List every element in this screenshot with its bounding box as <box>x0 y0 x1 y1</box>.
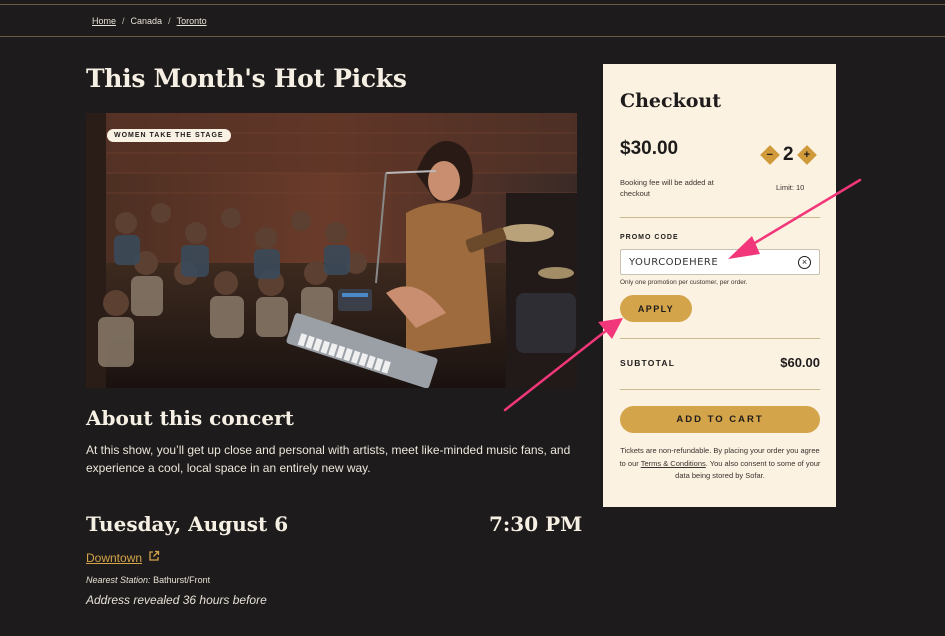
hero-badge: WOMEN TAKE THE STAGE <box>107 129 231 142</box>
venue-link[interactable]: Downtown <box>86 550 160 565</box>
subtotal-value: $60.00 <box>780 355 820 370</box>
breadcrumb-country: Canada <box>130 16 163 26</box>
promo-code-input[interactable] <box>629 256 789 268</box>
divider <box>620 217 820 218</box>
station-label: Nearest Station: <box>86 575 151 585</box>
promo-note: Only one promotion per customer, per ord… <box>620 279 748 286</box>
top-border <box>0 4 945 5</box>
promo-code-field: × <box>620 249 820 275</box>
booking-fee-note: Booking fee will be added at checkout <box>620 178 714 198</box>
decrease-quantity-button[interactable]: − <box>760 145 780 165</box>
nearest-station: Nearest Station: Bathurst/Front <box>86 575 210 585</box>
checkout-panel: Checkout $30.00 − 2 + Booking fee will b… <box>603 64 836 507</box>
increase-quantity-button[interactable]: + <box>796 145 817 165</box>
ticket-limit: Limit: 10 <box>776 183 805 192</box>
address-note: Address revealed 36 hours before <box>86 593 267 607</box>
about-text: At this show, you’ll get up close and pe… <box>86 443 571 475</box>
breadcrumb-separator: / <box>122 16 125 26</box>
breadcrumb-city-link[interactable]: Toronto <box>177 16 207 26</box>
clear-icon[interactable]: × <box>798 256 811 269</box>
apply-button[interactable]: APPLY <box>620 295 692 322</box>
breadcrumb: Home / Canada / Toronto <box>92 16 207 26</box>
plus-icon: + <box>803 148 810 161</box>
divider <box>620 389 820 390</box>
subtotal-label: SUBTOTAL <box>620 358 676 368</box>
breadcrumb-divider <box>0 36 945 37</box>
event-date: Tuesday, August 6 <box>86 512 289 536</box>
ticket-price: $30.00 <box>620 138 679 159</box>
terms-note: Tickets are non-refundable. By placing y… <box>617 445 823 483</box>
external-link-icon <box>148 550 160 565</box>
quantity-value: 2 <box>783 144 794 165</box>
promo-code-label: PROMO CODE <box>620 234 679 241</box>
breadcrumb-separator: / <box>168 16 171 26</box>
quantity-stepper: − 2 + <box>760 144 817 166</box>
add-to-cart-button[interactable]: ADD TO CART <box>620 406 820 433</box>
concert-photo <box>86 113 577 388</box>
station-value: Bathurst/Front <box>153 575 211 585</box>
venue-name: Downtown <box>86 550 143 565</box>
about-title: About this concert <box>86 406 294 430</box>
checkout-title: Checkout <box>620 90 722 112</box>
divider <box>620 338 820 339</box>
breadcrumb-home-link[interactable]: Home <box>92 16 116 26</box>
event-time: 7:30 PM <box>489 512 583 536</box>
page-title: This Month's Hot Picks <box>86 64 407 93</box>
minus-icon: − <box>766 148 774 161</box>
terms-link[interactable]: Terms & Conditions <box>641 459 706 468</box>
hero-image: WOMEN TAKE THE STAGE <box>86 113 577 388</box>
